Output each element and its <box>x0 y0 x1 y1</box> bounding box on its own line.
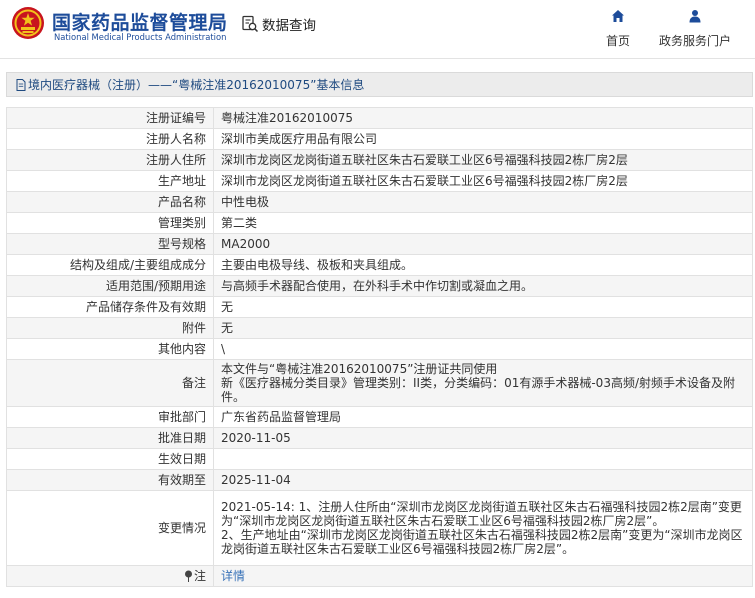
field-label: 结构及组成/主要组成成分 <box>6 254 214 276</box>
row-remarks: 备注 本文件与“粤械注准20162010075”注册证共同使用 新《医疗器械分类… <box>6 359 753 407</box>
row-change-history: 变更情况 2021-05-14: 1、注册人住所由“深圳市龙岗区龙岗街道五联社区… <box>6 490 753 566</box>
logo-subtitle: National Medical Products Administration <box>54 32 227 42</box>
site-header: 国家药品监督管理局 National Medical Products Admi… <box>0 0 755 58</box>
field-label: 注册人名称 <box>6 128 214 150</box>
field-value: 粤械注准20162010075 <box>213 107 753 129</box>
field-label: 生产地址 <box>6 170 214 192</box>
search-document-icon <box>242 15 259 33</box>
row-approval-department: 审批部门 广东省药品监督管理局 <box>6 406 753 428</box>
field-label: 备注 <box>6 359 214 407</box>
field-value: 深圳市美成医疗用品有限公司 <box>213 128 753 150</box>
nav-service-portal[interactable]: 政务服务门户 <box>657 9 733 49</box>
field-value: 无 <box>213 317 753 339</box>
field-label: 生效日期 <box>6 448 214 470</box>
field-label: 管理类别 <box>6 212 214 234</box>
field-value: 广东省药品监督管理局 <box>213 406 753 428</box>
field-value <box>213 448 753 470</box>
field-label: 有效期至 <box>6 469 214 491</box>
row-management-class: 管理类别 第二类 <box>6 212 753 234</box>
row-valid-until: 有效期至 2025-11-04 <box>6 469 753 491</box>
logo-title[interactable]: 国家药品监督管理局 <box>52 8 228 35</box>
home-icon <box>612 10 624 22</box>
field-label: 型号规格 <box>6 233 214 255</box>
field-label: 适用范围/预期用途 <box>6 275 214 297</box>
row-storage-validity: 产品储存条件及有效期 无 <box>6 296 753 318</box>
field-label: 注册人住所 <box>6 149 214 171</box>
row-other-content: 其他内容 \ <box>6 338 753 360</box>
row-intended-use: 适用范围/预期用途 与高频手术器配合使用，在外科手术中作切割或凝血之用。 <box>6 275 753 297</box>
data-query-link[interactable]: 数据查询 <box>241 14 316 34</box>
field-value: MA2000 <box>213 233 753 255</box>
row-production-address: 生产地址 深圳市龙岗区龙岗街道五联社区朱古石爱联工业区6号福强科技园2栋厂房2层 <box>6 170 753 192</box>
nav-service-portal-label: 政务服务门户 <box>658 34 731 48</box>
nav-home[interactable]: 首页 <box>604 9 632 49</box>
field-label: 批准日期 <box>6 427 214 449</box>
field-value: 中性电极 <box>213 191 753 213</box>
row-effective-date: 生效日期 <box>6 448 753 470</box>
field-value: 无 <box>213 296 753 318</box>
field-label: 附件 <box>6 317 214 339</box>
row-registration-number: 注册证编号 粤械注准20162010075 <box>6 107 753 129</box>
data-query-label: 数据查询 <box>262 18 316 34</box>
row-note: 注 详情 <box>6 565 753 587</box>
field-value-line: 本文件与“粤械注准20162010075”注册证共同使用 新《医疗器械分类目录》… <box>221 362 735 404</box>
details-link[interactable]: 详情 <box>221 569 245 583</box>
row-attachments: 附件 无 <box>6 317 753 339</box>
field-label: 注册证编号 <box>6 107 214 129</box>
row-registrant-address: 注册人住所 深圳市龙岗区龙岗街道五联社区朱古石爱联工业区6号福强科技园2栋厂房2… <box>6 149 753 171</box>
field-value: 深圳市龙岗区龙岗街道五联社区朱古石爱联工业区6号福强科技园2栋厂房2层 <box>213 149 753 171</box>
field-value: 2025-11-04 <box>213 469 753 491</box>
breadcrumb-text: 境内医疗器械（注册）——“粤械注准20162010075”基本信息 <box>28 78 365 92</box>
nav-home-label: 首页 <box>605 34 630 48</box>
field-label: 产品名称 <box>6 191 214 213</box>
row-product-name: 产品名称 中性电极 <box>6 191 753 213</box>
field-value: \ <box>213 338 753 360</box>
field-value: 深圳市龙岗区龙岗街道五联社区朱古石爱联工业区6号福强科技园2栋厂房2层 <box>213 170 753 192</box>
row-model-spec: 型号规格 MA2000 <box>6 233 753 255</box>
document-icon <box>16 78 26 91</box>
field-value: 第二类 <box>213 212 753 234</box>
row-structure-composition: 结构及组成/主要组成成分 主要由电极导线、极板和夹具组成。 <box>6 254 753 276</box>
pin-icon <box>184 570 192 582</box>
field-value: 2021-05-14: 1、注册人住所由“深圳市龙岗区龙岗街道五联社区朱古石福强… <box>213 490 753 566</box>
note-label: 注 <box>193 569 206 583</box>
registration-info-table: 注册证编号 粤械注准20162010075 注册人名称 深圳市美成医疗用品有限公… <box>6 107 753 587</box>
row-approval-date: 批准日期 2020-11-05 <box>6 427 753 449</box>
field-value-line: 2021-05-14: 1、注册人住所由“深圳市龙岗区龙岗街道五联社区朱古石福强… <box>221 500 743 556</box>
field-label: 变更情况 <box>6 490 214 566</box>
note-value-cell: 详情 <box>213 565 753 587</box>
field-value: 2020-11-05 <box>213 427 753 449</box>
national-emblem-icon <box>12 7 44 39</box>
field-label: 产品储存条件及有效期 <box>6 296 214 318</box>
row-registrant-name: 注册人名称 深圳市美成医疗用品有限公司 <box>6 128 753 150</box>
user-icon <box>689 10 701 23</box>
field-label: 审批部门 <box>6 406 214 428</box>
note-label-cell: 注 <box>6 565 214 587</box>
header-divider <box>0 58 755 59</box>
field-label: 其他内容 <box>6 338 214 360</box>
field-value: 主要由电极导线、极板和夹具组成。 <box>213 254 753 276</box>
field-value: 本文件与“粤械注准20162010075”注册证共同使用 新《医疗器械分类目录》… <box>213 359 753 407</box>
breadcrumb: 境内医疗器械（注册）——“粤械注准20162010075”基本信息 <box>6 72 753 97</box>
field-value: 与高频手术器配合使用，在外科手术中作切割或凝血之用。 <box>213 275 753 297</box>
